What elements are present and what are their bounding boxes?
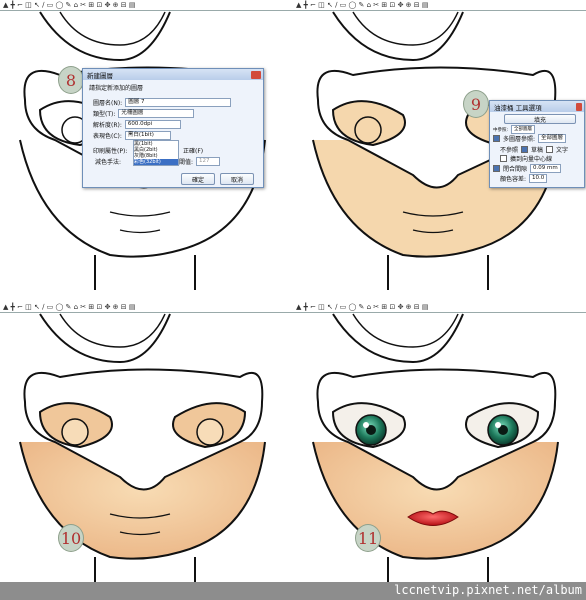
fill-tool-options-panel: 油漆桶 工具選項 填充 中參照: 全部圖層 多圖層參照: 全部圖層 不參照 草稿… bbox=[489, 100, 585, 188]
layer-type-label: 類型(T): bbox=[93, 111, 116, 118]
multi-layer-checkbox[interactable] bbox=[493, 135, 500, 142]
screen-method-label: 減色手法: bbox=[95, 159, 122, 166]
resolution-label: 解析度(R): bbox=[93, 122, 122, 129]
close-icon[interactable] bbox=[576, 102, 582, 111]
step-badge-11: 11 bbox=[355, 524, 381, 552]
draft-checkbox[interactable] bbox=[521, 146, 529, 153]
print-attr-label: 印刷屬性(P): bbox=[93, 148, 128, 155]
color-tolerance-label: 顏色容差: bbox=[500, 176, 527, 183]
panel-step-9: ▲ ╋ ⌐ ◫ ↖ ∕ ▭ ◯ ✎ ⌂ ✂ ⊞ ⊡ ✥ ⊕ ⊟ ▤ 9 油漆桶 … bbox=[293, 0, 586, 290]
ok-button[interactable]: 確定 bbox=[181, 173, 215, 185]
step-badge-10: 10 bbox=[58, 524, 84, 552]
resolution-select[interactable]: 600.0dpi bbox=[124, 120, 181, 129]
step-badge-8: 8 bbox=[58, 66, 84, 94]
panel-step-11: ▲ ╋ ⌐ ◫ ↖ ∕ ▭ ◯ ✎ ⌂ ✂ ⊞ ⊡ ✥ ⊕ ⊟ ▤ 11 bbox=[293, 302, 586, 592]
small-ref-label: 中參照: bbox=[493, 127, 509, 133]
opt-not-ref[interactable]: 不參照 bbox=[500, 145, 518, 154]
threshold-label: 閾值: bbox=[179, 159, 194, 166]
panel-title: 油漆桶 工具選項 bbox=[494, 103, 542, 112]
opt-text: 文字 bbox=[556, 147, 569, 154]
line-art-mask-face-shaded bbox=[19, 313, 266, 592]
cancel-button[interactable]: 取消 bbox=[220, 173, 254, 185]
normal-label: 正確(F) bbox=[183, 148, 204, 155]
multi-layer-select[interactable]: 全部圖層 bbox=[538, 134, 567, 143]
panel-step-8: ▲ ╋ ⌐ ◫ ↖ ∕ ▭ ◯ ✎ ⌂ ✂ ⊞ ⊡ ✥ ⊕ ⊟ ▤ 8 新建圖層… bbox=[0, 0, 293, 290]
layer-name-input[interactable]: 圖層 7 bbox=[125, 98, 232, 107]
layer-type-select[interactable]: 光柵圖層 bbox=[118, 109, 195, 118]
opt-draft: 草稿 bbox=[531, 147, 544, 154]
watermark-url: lccnetvip.pixnet.net/album bbox=[394, 583, 582, 597]
step-badge-9: 9 bbox=[463, 90, 489, 118]
color-mode-label: 表現色(C): bbox=[93, 133, 122, 140]
dialog-prompt: 請指定新添加的圖層 bbox=[89, 85, 144, 92]
multi-layer-label: 多圖層參照: bbox=[503, 136, 536, 143]
close-icon[interactable] bbox=[251, 70, 261, 79]
small-ref-value[interactable]: 全部圖層 bbox=[511, 125, 536, 134]
color-mode-select[interactable]: 黑白(1bit) bbox=[124, 131, 171, 140]
expand-center-checkbox[interactable] bbox=[500, 155, 507, 162]
dialog-titlebar[interactable]: 新建圖層 bbox=[83, 69, 263, 80]
close-gap-checkbox[interactable] bbox=[493, 165, 500, 172]
threshold-input[interactable]: 127 bbox=[196, 157, 221, 166]
color-mode-dropdown[interactable]: 黑(1bit) 黑白(2bit) 灰階(8bit) 彩色(32bit) bbox=[133, 140, 179, 166]
panel-titlebar[interactable]: 油漆桶 工具選項 bbox=[490, 101, 584, 112]
text-checkbox[interactable] bbox=[546, 146, 554, 153]
panel-step-10: ▲ ╋ ⌐ ◫ ↖ ∕ ▭ ◯ ✎ ⌂ ✂ ⊞ ⊡ ✥ ⊕ ⊟ ▤ 10 bbox=[0, 302, 293, 592]
line-art-mask-face-final bbox=[312, 313, 559, 592]
watermark-bar: lccnetvip.pixnet.net/album bbox=[0, 582, 586, 600]
layer-name-label: 圖層名(N): bbox=[93, 100, 123, 107]
fill-button[interactable]: 填充 bbox=[504, 114, 576, 124]
color-tolerance-input[interactable]: 10.0 bbox=[529, 174, 548, 183]
expand-center-label: 擴到向量中心線 bbox=[510, 156, 553, 163]
new-layer-dialog: 新建圖層 請指定新添加的圖層 圖層名(N): 圖層 7 類型(T): 光柵圖層 … bbox=[82, 68, 264, 188]
close-gap-label: 閉合間隙 bbox=[503, 166, 528, 173]
close-gap-input[interactable]: 0.09 mm bbox=[530, 164, 561, 173]
dropdown-option-selected[interactable]: 彩色(32bit) bbox=[134, 159, 178, 165]
dialog-title: 新建圖層 bbox=[87, 71, 113, 80]
